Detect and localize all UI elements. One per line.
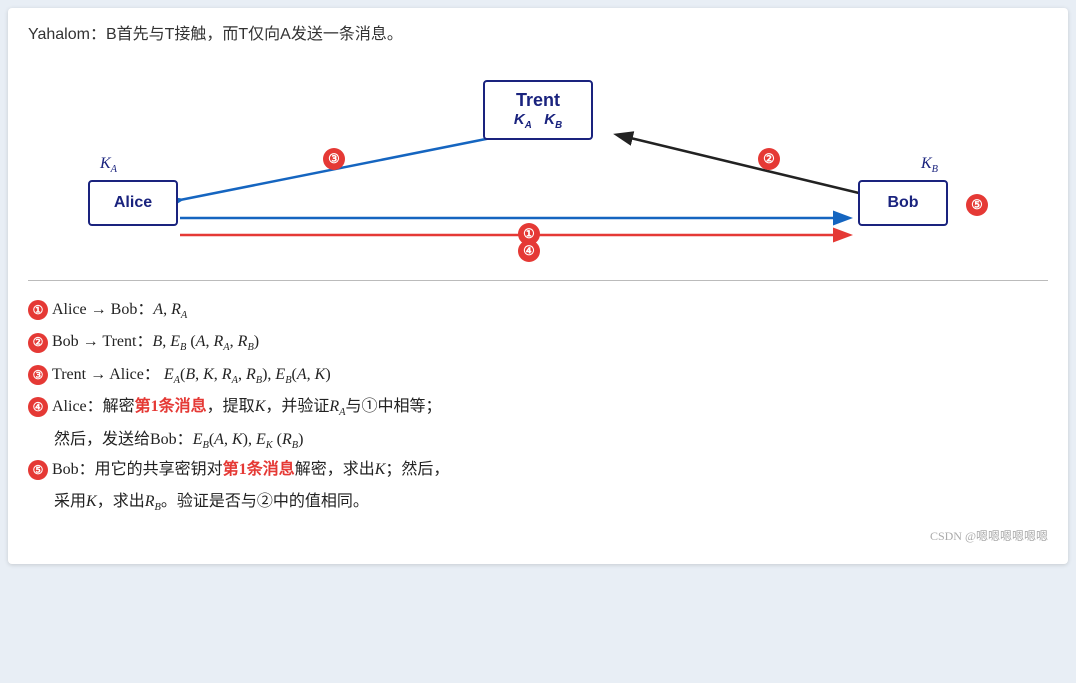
step-5-line2: 采用K，求出RB。验证是否与②中的值相同。: [28, 487, 1048, 517]
step-3-badge: ③: [28, 365, 48, 385]
trent-keys: KA KB: [514, 111, 562, 131]
step-5-badge: ⑤: [28, 460, 48, 480]
badge-4: ④: [518, 240, 540, 262]
watermark: CSDN @嗯嗯嗯嗯嗯嗯: [28, 527, 1048, 544]
badge-2: ②: [758, 148, 780, 170]
divider: [28, 280, 1048, 281]
step-4-line2: 然后，发送给Bob：EB(A, K), EK (RB): [28, 425, 1048, 455]
watermark-text: CSDN @嗯嗯嗯嗯嗯嗯: [930, 529, 1048, 543]
step-2-badge: ②: [28, 333, 48, 353]
step-3: ③ Trent → Alice： EA(B, K, RA, RB), EB(A,…: [28, 360, 1048, 390]
step-4-badge: ④: [28, 397, 48, 417]
step-5-line1: ⑤ Bob：用它的共享密钥对第1条消息解密，求出K；然后，: [28, 455, 1048, 485]
step-3-text: Trent → Alice： EA(B, K, RA, RB), EB(A, K…: [52, 360, 331, 390]
step-4-line1: ④ Alice：解密第1条消息，提取K，并验证RA与①中相等；: [28, 392, 1048, 422]
steps-section: ① Alice → Bob：A, RA ② Bob → Trent：B, EB …: [28, 295, 1048, 517]
badge-5: ⑤: [966, 194, 988, 216]
header-label: Yahalom：B首先与T接触，而T仅向A发送一条消息。: [28, 26, 403, 43]
trent-node: Trent KA KB: [483, 80, 593, 140]
diagram-area: Trent KA KB KA Alice KB Bob ① ② ③: [28, 60, 1048, 270]
trent-label: Trent: [516, 90, 560, 111]
step-1-text: Alice → Bob：A, RA: [52, 295, 187, 325]
alice-key-label: KA: [100, 155, 117, 175]
trent-kb: B: [555, 120, 562, 131]
alice-node: Alice: [88, 180, 178, 226]
step-1-badge: ①: [28, 300, 48, 320]
step-1: ① Alice → Bob：A, RA: [28, 295, 1048, 325]
bob-label: Bob: [887, 194, 918, 212]
header-text: Yahalom：B首先与T接触，而T仅向A发送一条消息。: [28, 20, 1048, 44]
main-card: Yahalom：B首先与T接触，而T仅向A发送一条消息。: [8, 8, 1068, 564]
step-4-text1: Alice：解密第1条消息，提取K，并验证RA与①中相等；: [52, 392, 442, 422]
badge-3: ③: [323, 148, 345, 170]
step-2-text: Bob → Trent：B, EB (A, RA, RB): [52, 327, 259, 357]
trent-ka: A: [525, 120, 532, 131]
bob-key-label: KB: [921, 155, 938, 175]
step-2: ② Bob → Trent：B, EB (A, RA, RB): [28, 327, 1048, 357]
alice-label: Alice: [114, 194, 152, 212]
bob-node: Bob: [858, 180, 948, 226]
step-5-text1: Bob：用它的共享密钥对第1条消息解密，求出K；然后，: [52, 455, 449, 485]
